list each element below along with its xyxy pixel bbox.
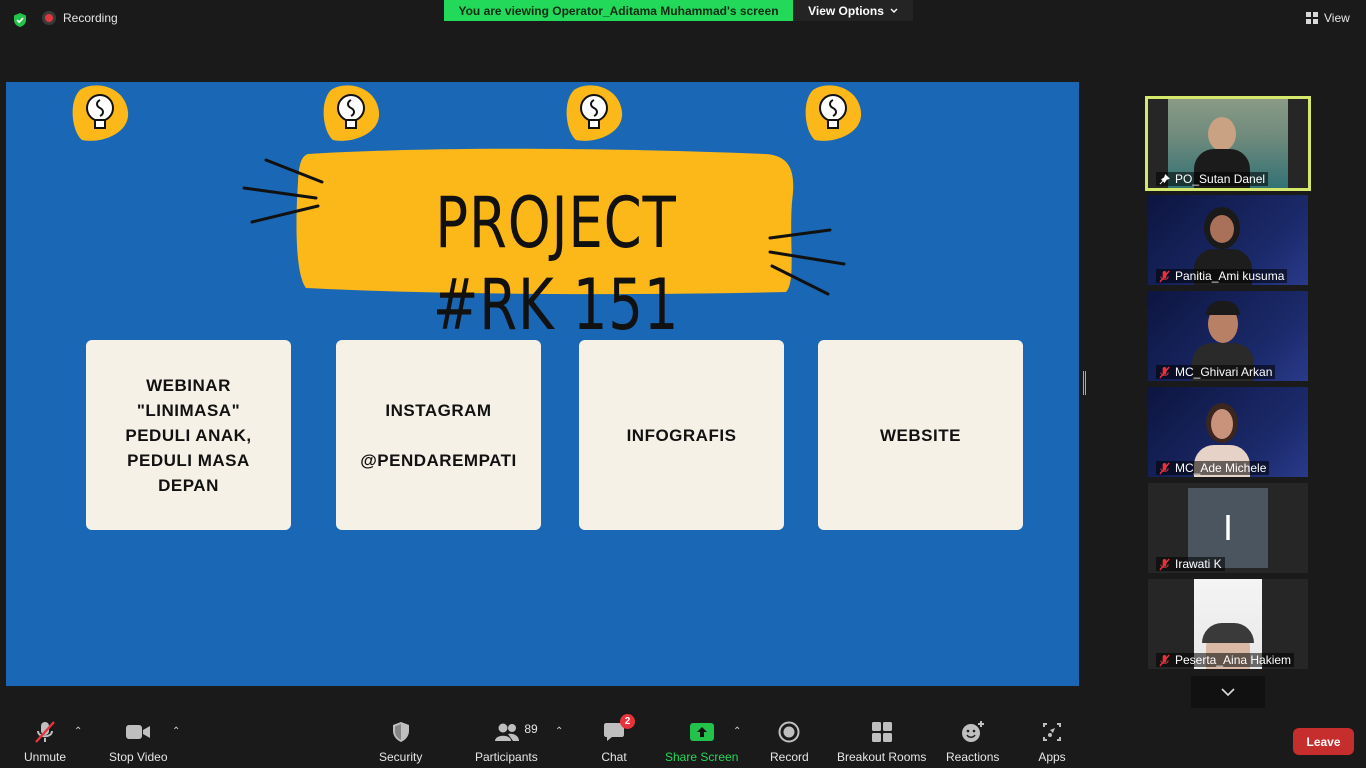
participants-options-caret[interactable]: ⌃: [555, 726, 563, 737]
participant-tile-active-speaker[interactable]: PO_Sutan Danel: [1145, 96, 1311, 191]
view-options-label: View Options: [808, 3, 884, 18]
participant-name: Irawati K: [1175, 557, 1222, 571]
stop-video-label: Stop Video: [109, 750, 168, 764]
security-label: Security: [379, 750, 423, 764]
reactions-label: Reactions: [946, 750, 1000, 764]
shield-icon: [386, 720, 416, 744]
view-options-button[interactable]: View Options: [793, 0, 913, 21]
apps-label: Apps: [1038, 750, 1066, 764]
participants-label: Participants: [475, 750, 538, 764]
participants-count: 89: [524, 722, 538, 736]
recording-indicator[interactable]: Recording: [42, 11, 118, 25]
audio-options-caret[interactable]: ⌃: [74, 726, 82, 737]
participant-name-tag: MC_Ghivari Arkan: [1156, 365, 1276, 379]
breakout-rooms-icon: [867, 720, 897, 744]
video-options-caret[interactable]: ⌃: [172, 726, 180, 737]
chat-bubble-icon: 2: [599, 714, 635, 744]
lightbulb-icon: [323, 85, 380, 141]
card-webinar: WEBINAR "LINIMASA" PEDULI ANAK, PEDULI M…: [86, 340, 291, 530]
card-infografis: INFOGRAFIS: [579, 340, 784, 530]
participant-tile[interactable]: Panitia_Ami kusuma: [1148, 195, 1308, 285]
recording-label: Recording: [63, 11, 118, 25]
lightbulb-icon: [566, 85, 623, 141]
share-screen-icon: [687, 720, 717, 744]
participant-name-tag: PO_Sutan Danel: [1156, 172, 1269, 186]
unmute-button[interactable]: Unmute: [24, 720, 66, 764]
apps-icon: [1037, 720, 1067, 744]
card-instagram: INSTAGRAM @PENDAREMPATI: [336, 340, 541, 530]
participant-tile[interactable]: Peserta_Aina Hakiem: [1148, 579, 1308, 669]
share-screen-label: Share Screen: [665, 750, 739, 764]
chevron-down-icon: [1221, 687, 1235, 696]
mic-muted-icon: [1159, 366, 1170, 378]
apps-button[interactable]: Apps: [1037, 720, 1067, 764]
chat-unread-badge: 2: [620, 714, 635, 729]
record-button[interactable]: Record: [770, 720, 809, 764]
participant-tile[interactable]: MC_Ade Michele: [1148, 387, 1308, 477]
record-icon: [774, 720, 804, 744]
participant-name: PO_Sutan Danel: [1175, 172, 1266, 186]
lightbulb-icon: [72, 85, 129, 141]
card-website: WEBSITE: [818, 340, 1023, 530]
zoom-meeting-window: Recording You are viewing Operator_Adita…: [0, 0, 1366, 768]
record-label: Record: [770, 750, 809, 764]
breakout-rooms-button[interactable]: Breakout Rooms: [837, 720, 926, 764]
splitter-handle[interactable]: [1083, 371, 1086, 395]
view-label: View: [1324, 11, 1350, 25]
chat-label: Chat: [601, 750, 627, 764]
participant-name-tag: Peserta_Aina Hakiem: [1156, 653, 1295, 667]
participant-tile[interactable]: MC_Ghivari Arkan: [1148, 291, 1308, 381]
smiley-reaction-icon: [958, 720, 988, 744]
participant-tile[interactable]: I Irawati K: [1148, 483, 1308, 573]
participants-button[interactable]: 89 Participants: [475, 720, 538, 764]
participant-name: MC_Ade Michele: [1175, 461, 1267, 475]
participant-name: Panitia_Ami kusuma: [1175, 269, 1285, 283]
view-layout-button[interactable]: View: [1306, 11, 1350, 25]
video-camera-icon: [123, 720, 153, 744]
mic-muted-icon: [1159, 462, 1170, 474]
recording-icon: [42, 11, 56, 25]
shared-screen[interactable]: PROJECT #RK 151 WEBINAR "LINIMASA" PEDUL…: [6, 82, 1079, 686]
slide-title: PROJECT #RK 151: [432, 182, 680, 346]
grid-view-icon: [1306, 12, 1318, 24]
meeting-toolbar: Unmute ⌃ Stop Video ⌃ Security 89 Partic…: [0, 712, 1366, 768]
participant-name-tag: MC_Ade Michele: [1156, 461, 1270, 475]
security-shield-icon[interactable]: [12, 12, 28, 28]
mic-muted-icon: [30, 720, 60, 744]
avatar: I: [1188, 488, 1268, 568]
gallery-scroll-down-button[interactable]: [1191, 676, 1265, 708]
breakout-rooms-label: Breakout Rooms: [837, 750, 927, 764]
unmute-label: Unmute: [24, 750, 67, 764]
mic-muted-icon: [1159, 654, 1170, 666]
pin-icon: [1159, 173, 1170, 184]
share-options-caret[interactable]: ⌃: [733, 726, 741, 737]
chevron-down-icon: [890, 8, 898, 13]
participant-name: Peserta_Aina Hakiem: [1175, 653, 1292, 667]
mic-muted-icon: [1159, 270, 1170, 282]
viewing-screen-banner: You are viewing Operator_Aditama Muhamma…: [444, 0, 793, 21]
security-button[interactable]: Security: [379, 720, 422, 764]
mic-muted-icon: [1159, 558, 1170, 570]
participant-name: MC_Ghivari Arkan: [1175, 365, 1273, 379]
share-screen-button[interactable]: Share Screen: [665, 720, 738, 764]
reactions-button[interactable]: Reactions: [946, 720, 999, 764]
participants-icon: 89: [476, 720, 538, 744]
chat-button[interactable]: 2 Chat: [599, 714, 635, 764]
lightbulb-icon: [805, 85, 862, 141]
participant-name-tag: Irawati K: [1156, 557, 1225, 571]
stop-video-button[interactable]: Stop Video: [109, 720, 168, 764]
leave-button[interactable]: Leave: [1293, 728, 1354, 755]
participant-name-tag: Panitia_Ami kusuma: [1156, 269, 1288, 283]
